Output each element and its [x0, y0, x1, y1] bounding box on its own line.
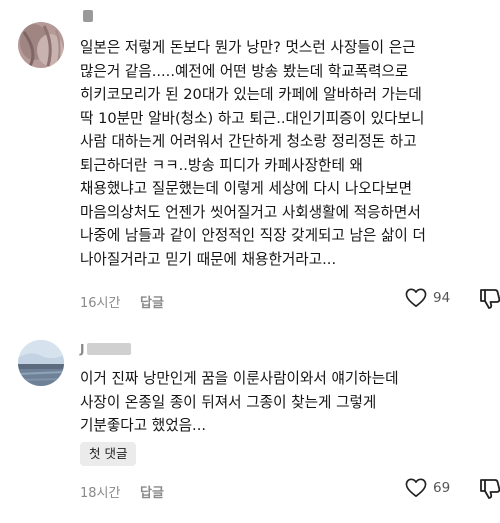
comment-line: 나중에 남들과 같이 안정적인 직장 갖게되고 남은 삶이 더 [80, 227, 426, 244]
comment-line: 많은거 같음.....예전에 어떤 방송 봤는데 학교폭력으로 [80, 62, 409, 80]
timestamp: 16시간 [80, 296, 121, 311]
like-count: 69 [433, 480, 451, 496]
username-redaction [83, 10, 93, 22]
first-comment-badge: 첫 댓글 [80, 442, 137, 466]
comment-meta: 16시간 답글 [80, 292, 164, 311]
avatar-icon [18, 340, 64, 386]
avatar[interactable] [18, 340, 64, 386]
comment-line: 이거 진짜 낭만인게 꿈을 이룬사람이와서 얘기하는데 [80, 370, 399, 387]
reply-button[interactable]: 답글 [140, 482, 164, 501]
like-button[interactable]: 69 [405, 478, 450, 498]
comment-item: J 이거 진짜 낭만인게 꿈을 이룬사람이와서 얘기하는데 사장이 온종일 종이… [0, 330, 500, 523]
comment-line: 딱 10분만 알바(청소) 하고 퇴근..대인기피증이 있다보니 [80, 109, 425, 127]
comment-line: 일본은 저렇게 돈보다 뭔가 낭만? 멋스런 사장들이 은근 [80, 39, 416, 56]
heart-icon [405, 288, 427, 307]
comment-line: 마음의상처도 언젠가 씻어질거고 사회생활에 적응하면서 [80, 203, 421, 221]
comment-text: 일본은 저렇게 돈보다 뭔가 낭만? 멋스런 사장들이 은근 많은거 같음...… [80, 36, 495, 271]
username-redaction [87, 343, 132, 355]
username[interactable]: J [80, 342, 132, 356]
avatar-icon [18, 22, 64, 68]
thumbs-down-icon [480, 289, 500, 309]
timestamp: 18시간 [80, 486, 121, 501]
comment-meta: 18시간 답글 [80, 482, 164, 501]
comment-line: 기분좋다고 했었음... [80, 417, 206, 434]
like-count: 94 [433, 290, 451, 306]
comment-line: 나아질거라고 믿기 때문에 채용한거라고... [80, 250, 337, 268]
username-visible: J [80, 342, 85, 356]
comment-line: 사람 대하는게 어려워서 간단하게 청소랑 정리정돈 하고 [80, 133, 417, 150]
comment-line: 사장이 온종일 종이 뒤져서 그종이 찾는게 그렇게 [80, 393, 377, 411]
comment-line: 채용했냐고 질문했는데 이렇게 세상에 다시 나오다보면 [80, 180, 413, 197]
reply-button[interactable]: 답글 [140, 292, 164, 311]
dislike-button[interactable] [478, 478, 500, 500]
dislike-button[interactable] [478, 288, 500, 310]
avatar[interactable] [18, 22, 64, 68]
comment-line: 퇴근하더란 ㅋㅋ..방송 피디가 카페사장한테 왜 [80, 156, 363, 174]
heart-icon [405, 478, 427, 497]
username[interactable] [80, 10, 93, 22]
like-button[interactable]: 94 [405, 288, 450, 308]
comment-line: 히키코모리가 된 20대가 있는데 카페에 알바하러 가는데 [80, 86, 422, 103]
comment-text: 이거 진짜 낭만인게 꿈을 이룬사람이와서 얘기하는데 사장이 온종일 종이 뒤… [80, 367, 495, 438]
comment-item: 일본은 저렇게 돈보다 뭔가 낭만? 멋스런 사장들이 은근 많은거 같음...… [0, 0, 500, 330]
thumbs-down-icon [480, 479, 500, 499]
